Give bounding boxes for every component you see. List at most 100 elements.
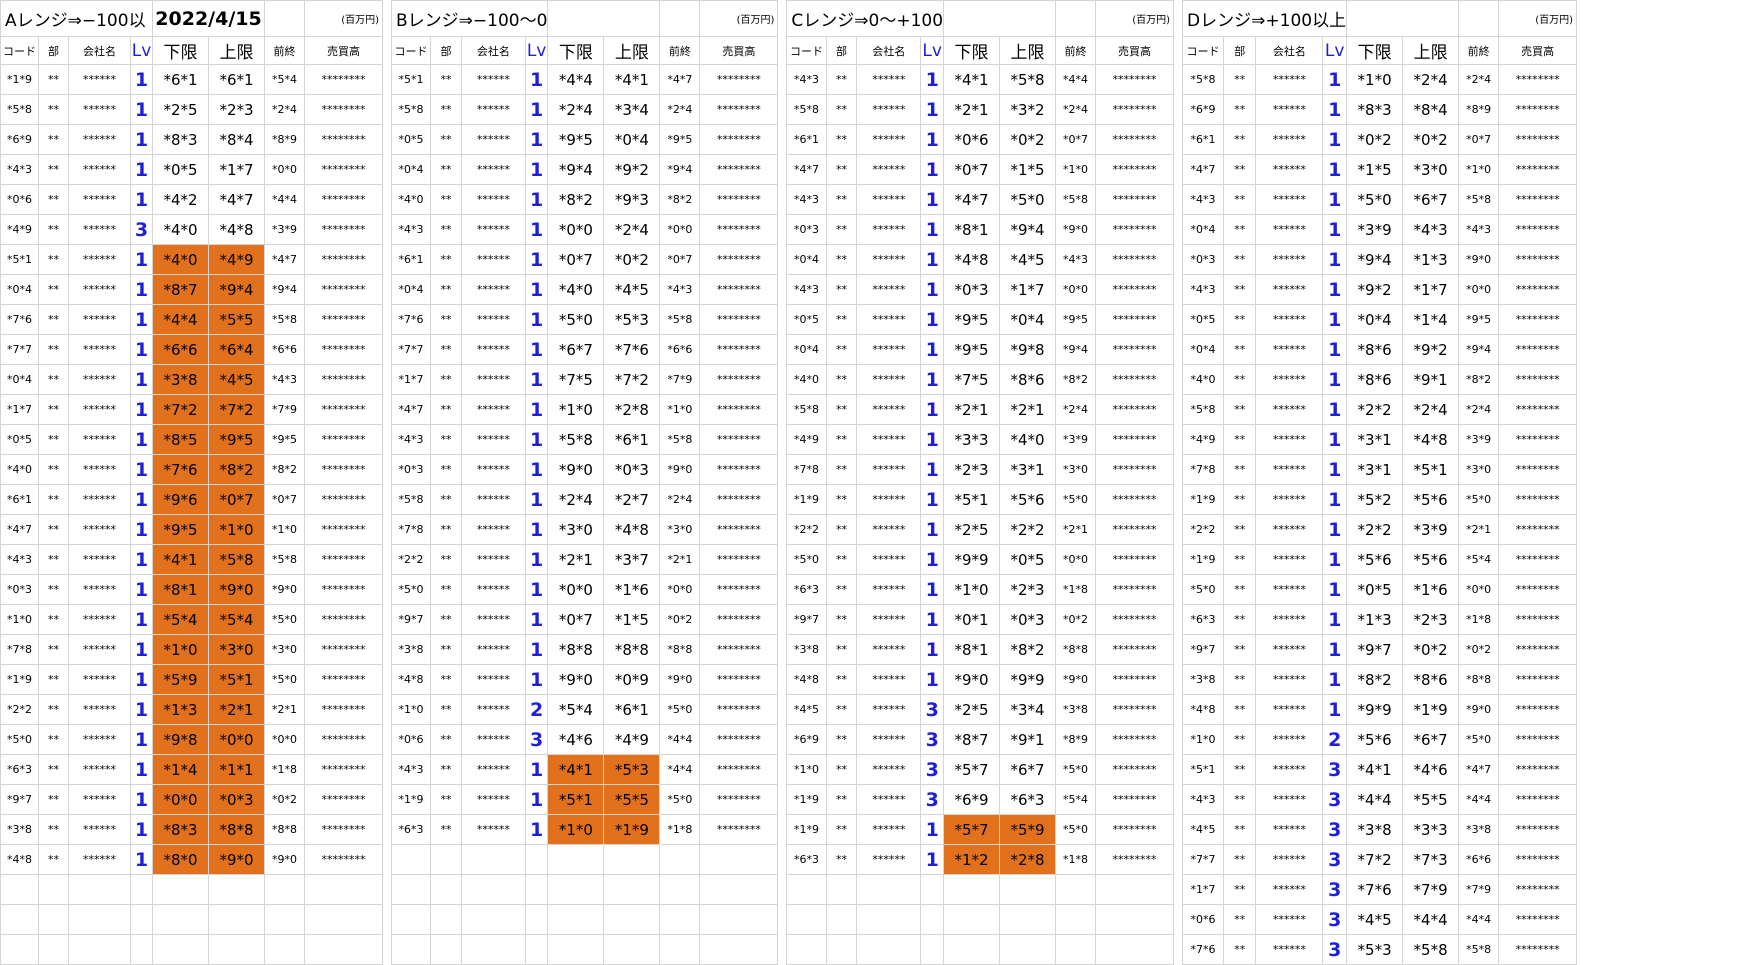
- cell-code[interactable]: *4*7: [1182, 154, 1225, 185]
- cell-prev[interactable]: *9*5: [264, 424, 305, 455]
- cell-lv[interactable]: 1: [920, 154, 945, 185]
- cell-lower[interactable]: *9*7: [1346, 634, 1404, 665]
- cell-lv[interactable]: 1: [524, 574, 549, 605]
- cell-sales[interactable]: ********: [1095, 64, 1175, 95]
- cell-lv[interactable]: 1: [920, 664, 945, 695]
- cell-lower[interactable]: *4*4: [547, 64, 605, 95]
- cell-dept[interactable]: **: [825, 514, 858, 545]
- cell-prev[interactable]: *4*4: [659, 754, 701, 785]
- cell-prev[interactable]: *3*0: [1458, 454, 1500, 485]
- cell-company[interactable]: ******: [460, 484, 526, 515]
- cell-lv[interactable]: 3: [920, 724, 945, 755]
- cell-code[interactable]: *1*7: [390, 364, 432, 395]
- cell-company[interactable]: ******: [856, 454, 922, 485]
- cell-lower[interactable]: *9*5: [152, 514, 209, 545]
- empty-cell[interactable]: [603, 874, 661, 905]
- cell-company[interactable]: ******: [68, 784, 131, 815]
- cell-prev[interactable]: *5*8: [659, 424, 701, 455]
- cell-lv[interactable]: 1: [524, 394, 549, 425]
- cell-lv[interactable]: 1: [130, 544, 153, 575]
- cell-lower[interactable]: *2*4: [547, 484, 605, 515]
- cell-sales[interactable]: ********: [1498, 304, 1578, 335]
- cell-upper[interactable]: *5*8: [208, 544, 265, 575]
- cell-prev[interactable]: *1*0: [659, 394, 701, 425]
- cell-prev[interactable]: *9*0: [1458, 244, 1500, 275]
- cell-lv[interactable]: 1: [130, 124, 153, 155]
- cell-prev[interactable]: *4*4: [1458, 784, 1500, 815]
- cell-lv[interactable]: 1: [1322, 544, 1348, 575]
- cell-company[interactable]: ******: [856, 694, 922, 725]
- cell-prev[interactable]: *2*4: [659, 484, 701, 515]
- cell-lower[interactable]: *2*1: [943, 94, 1001, 125]
- cell-lv[interactable]: 1: [130, 784, 153, 815]
- header-sales[interactable]: 売買高: [1498, 36, 1578, 65]
- cell-prev[interactable]: *8*2: [1055, 364, 1097, 395]
- cell-sales[interactable]: ********: [304, 604, 383, 635]
- cell-code[interactable]: *6*1: [1182, 124, 1225, 155]
- cell-code[interactable]: *4*3: [1182, 274, 1225, 305]
- cell-dept[interactable]: **: [430, 274, 462, 305]
- empty-cell[interactable]: [430, 904, 462, 935]
- cell-upper[interactable]: *5*4: [208, 604, 265, 635]
- cell-lv[interactable]: 1: [1322, 184, 1348, 215]
- cell-company[interactable]: ******: [1255, 304, 1324, 335]
- cell-code[interactable]: *6*1: [786, 124, 827, 155]
- header-dept[interactable]: 部: [1223, 36, 1257, 65]
- cell-dept[interactable]: **: [1223, 184, 1257, 215]
- cell-upper[interactable]: *1*5: [999, 154, 1057, 185]
- cell-company[interactable]: ******: [1255, 754, 1324, 785]
- cell-sales[interactable]: ********: [699, 154, 779, 185]
- cell-company[interactable]: ******: [856, 424, 922, 455]
- cell-sales[interactable]: ********: [1498, 784, 1578, 815]
- cell-company[interactable]: ******: [460, 154, 526, 185]
- cell-upper[interactable]: *9*4: [208, 274, 265, 305]
- header-lower[interactable]: 下限: [547, 36, 605, 65]
- empty-cell[interactable]: [786, 904, 827, 935]
- header-lv[interactable]: Lv: [524, 36, 549, 65]
- cell-lower[interactable]: *4*8: [943, 244, 1001, 275]
- cell-code[interactable]: *5*0: [0, 724, 39, 755]
- cell-upper[interactable]: *1*4: [1402, 304, 1460, 335]
- cell-code[interactable]: *5*1: [390, 64, 432, 95]
- empty-cell[interactable]: [1095, 904, 1175, 935]
- cell-lv[interactable]: 3: [1322, 874, 1348, 905]
- cell-lower[interactable]: *4*6: [547, 724, 605, 755]
- cell-lv[interactable]: 3: [920, 694, 945, 725]
- cell-company[interactable]: ******: [68, 424, 131, 455]
- empty-cell[interactable]: [390, 844, 432, 875]
- cell-sales[interactable]: ********: [1498, 214, 1578, 245]
- cell-company[interactable]: ******: [1255, 424, 1324, 455]
- cell-prev[interactable]: *5*0: [1458, 484, 1500, 515]
- header-lv[interactable]: Lv: [1322, 36, 1348, 65]
- cell-upper[interactable]: *9*0: [208, 844, 265, 875]
- cell-code[interactable]: *9*7: [0, 784, 39, 815]
- cell-prev[interactable]: *9*5: [1458, 304, 1500, 335]
- cell-prev[interactable]: *4*7: [659, 64, 701, 95]
- cell-prev[interactable]: *8*8: [264, 814, 305, 845]
- cell-code[interactable]: *4*9: [786, 424, 827, 455]
- cell-prev[interactable]: *5*8: [1055, 184, 1097, 215]
- cell-dept[interactable]: **: [38, 754, 69, 785]
- empty-cell[interactable]: [825, 934, 858, 965]
- cell-upper[interactable]: *4*3: [1402, 214, 1460, 245]
- empty-cell[interactable]: [0, 904, 39, 935]
- cell-dept[interactable]: **: [430, 574, 462, 605]
- cell-dept[interactable]: **: [430, 184, 462, 215]
- cell-prev[interactable]: *5*0: [264, 604, 305, 635]
- header-lv[interactable]: Lv: [130, 36, 153, 65]
- cell-lower[interactable]: *1*0: [1346, 64, 1404, 95]
- cell-code[interactable]: *3*8: [1182, 664, 1225, 695]
- cell-lv[interactable]: 1: [1322, 484, 1348, 515]
- cell-company[interactable]: ******: [68, 604, 131, 635]
- cell-company[interactable]: ******: [460, 334, 526, 365]
- cell-prev[interactable]: *3*0: [659, 514, 701, 545]
- cell-company[interactable]: ******: [1255, 364, 1324, 395]
- cell-code[interactable]: *7*6: [0, 304, 39, 335]
- cell-sales[interactable]: ********: [699, 184, 779, 215]
- cell-company[interactable]: ******: [68, 754, 131, 785]
- empty-cell[interactable]: [264, 934, 305, 965]
- cell-sales[interactable]: ********: [1498, 154, 1578, 185]
- cell-lv[interactable]: 1: [920, 484, 945, 515]
- cell-code[interactable]: *1*9: [0, 64, 39, 95]
- cell-lv[interactable]: 1: [920, 394, 945, 425]
